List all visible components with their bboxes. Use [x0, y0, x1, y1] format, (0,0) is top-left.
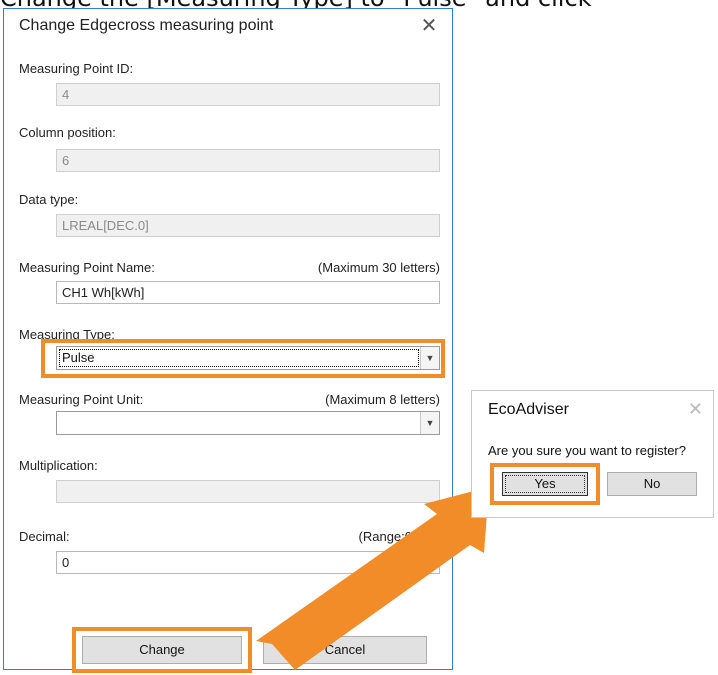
- close-icon[interactable]: ✕: [688, 399, 703, 420]
- confirm-message: Are you sure you want to register?: [488, 443, 686, 458]
- no-button[interactable]: No: [607, 472, 697, 496]
- yes-button-highlight: [490, 463, 600, 505]
- confirm-dialog: EcoAdviser ✕ Are you sure you want to re…: [471, 390, 714, 518]
- confirm-title: EcoAdviser: [488, 401, 569, 418]
- arrow-right-up-icon: [256, 487, 489, 670]
